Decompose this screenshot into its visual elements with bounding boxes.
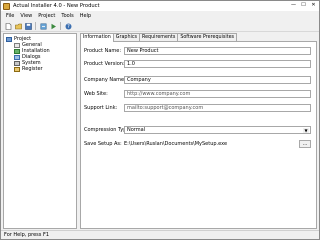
product-version-label: Product Version:	[84, 61, 125, 67]
toolbar-separator	[60, 22, 61, 30]
general-icon	[14, 42, 20, 48]
support-link-field[interactable]: mailto:support@company.com	[124, 104, 311, 112]
information-page: Product Name: New Product Product Versio…	[80, 41, 317, 229]
maximize-button[interactable]: ☐	[299, 2, 308, 9]
minimize-button[interactable]: —	[289, 2, 298, 9]
toolbar: ?	[1, 21, 319, 32]
web-site-label: Web Site:	[84, 91, 108, 97]
menu-help[interactable]: Help	[77, 13, 94, 19]
product-name-field[interactable]: New Product	[124, 47, 311, 55]
tab-strip: Information Graphics Requirements Softwa…	[80, 33, 238, 42]
tab-requirements[interactable]: Requirements	[138, 33, 179, 41]
menu-view[interactable]: View	[17, 13, 35, 19]
menu-bar: File View Project Tools Help	[1, 12, 319, 20]
support-link-label: Support Link:	[84, 105, 118, 111]
chevron-down-icon[interactable]: ▼	[303, 128, 309, 133]
tab-information[interactable]: Information	[80, 33, 114, 42]
compression-type-value: Normal	[127, 127, 146, 133]
tab-graphics[interactable]: Graphics	[112, 33, 140, 41]
title-bar: Actual Installer 4.0 - New Product — ☐ ✕	[1, 1, 319, 11]
dialogs-icon	[14, 54, 20, 60]
compression-type-select[interactable]: Normal ▼	[124, 126, 311, 134]
app-window: Actual Installer 4.0 - New Product — ☐ ✕…	[0, 0, 320, 240]
product-name-label: Product Name:	[84, 48, 122, 54]
company-name-field[interactable]: Company	[124, 76, 311, 84]
help-icon[interactable]: ?	[64, 22, 72, 30]
tab-software-prerequisites[interactable]: Software Prerequisites	[177, 33, 238, 41]
save-setup-path: E:\Users\Ruslan\Documents\MySetup.exe	[124, 141, 228, 147]
register-icon	[14, 66, 20, 72]
new-icon[interactable]	[4, 22, 12, 30]
save-setup-label: Save Setup As:	[84, 141, 122, 147]
system-icon	[14, 60, 20, 66]
menu-tools[interactable]: Tools	[58, 13, 76, 19]
browse-button[interactable]: ...	[299, 140, 311, 148]
toolbar-separator	[35, 22, 36, 30]
run-icon[interactable]	[49, 22, 57, 30]
installation-icon	[14, 48, 20, 54]
menu-project[interactable]: Project	[35, 13, 58, 19]
save-icon[interactable]	[24, 22, 32, 30]
web-site-field[interactable]: http://www.company.com	[124, 90, 311, 98]
project-tree: Project General Installation Dialogs Sys…	[3, 33, 77, 229]
window-title: Actual Installer 4.0 - New Product	[13, 3, 100, 9]
build-icon[interactable]	[39, 22, 47, 30]
project-icon	[6, 36, 12, 42]
open-icon[interactable]	[14, 22, 22, 30]
svg-text:?: ?	[67, 24, 70, 30]
close-button[interactable]: ✕	[309, 2, 318, 9]
menu-file[interactable]: File	[3, 13, 17, 19]
properties-panel: Information Graphics Requirements Softwa…	[80, 33, 317, 229]
tree-item-register[interactable]: Register	[14, 66, 74, 72]
tree-item-label: Register	[22, 66, 43, 72]
product-version-field[interactable]: 1.0	[124, 60, 311, 68]
company-name-label: Company Name:	[84, 77, 126, 83]
status-bar: For Help, press F1	[1, 230, 319, 239]
app-icon	[3, 2, 10, 10]
window-controls: — ☐ ✕	[289, 2, 318, 9]
